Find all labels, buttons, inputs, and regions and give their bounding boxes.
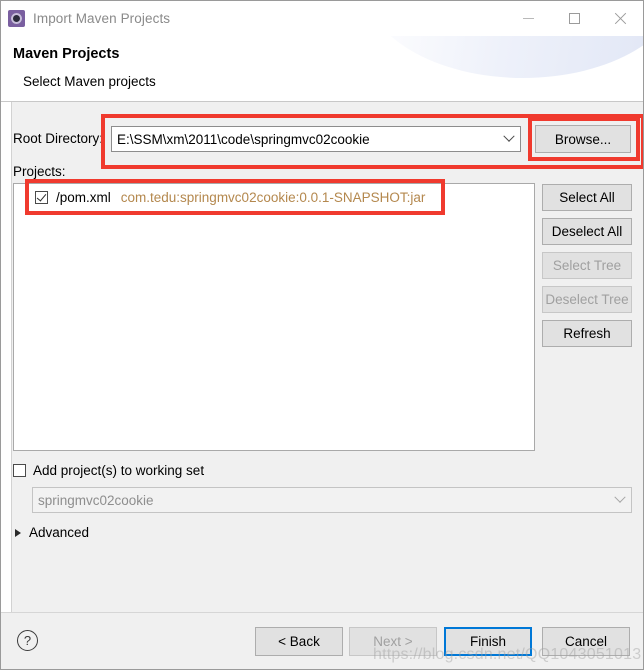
dialog-footer: ? < Back Next > Finish Cancel bbox=[1, 612, 643, 669]
browse-button[interactable]: Browse... bbox=[535, 125, 631, 153]
chevron-down-icon bbox=[609, 488, 631, 512]
chevron-right-icon bbox=[15, 528, 21, 537]
close-icon bbox=[614, 13, 626, 25]
page-subtitle: Select Maven projects bbox=[23, 74, 156, 89]
minimize-button[interactable] bbox=[505, 1, 551, 36]
root-directory-combo[interactable]: E:\SSM\xm\2011\code\springmvc02cookie bbox=[111, 126, 521, 152]
deselect-all-button[interactable]: Deselect All bbox=[542, 218, 632, 245]
advanced-expander[interactable]: Advanced bbox=[15, 525, 89, 540]
maximize-icon bbox=[568, 13, 580, 24]
advanced-label: Advanced bbox=[29, 525, 90, 540]
project-pom-path: /pom.xml bbox=[56, 189, 111, 205]
projects-list[interactable]: /pom.xml com.tedu:springmvc02cookie:0.0.… bbox=[13, 183, 535, 451]
help-icon[interactable]: ? bbox=[17, 630, 38, 651]
header-decoration bbox=[363, 36, 643, 78]
dialog-header: Maven Projects Select Maven projects bbox=[1, 36, 643, 102]
maximize-button[interactable] bbox=[551, 1, 597, 36]
import-maven-projects-dialog: Import Maven Projects Maven Projects Sel… bbox=[0, 0, 644, 670]
refresh-button[interactable]: Refresh bbox=[542, 320, 632, 347]
deselect-tree-button: Deselect Tree bbox=[542, 286, 632, 313]
left-rail bbox=[1, 102, 12, 612]
working-set-checkbox[interactable] bbox=[13, 464, 26, 477]
close-button[interactable] bbox=[597, 1, 643, 36]
working-set-combo-value: springmvc02cookie bbox=[38, 492, 154, 508]
minimize-icon bbox=[522, 18, 534, 19]
window-controls bbox=[505, 1, 643, 36]
working-set-combo: springmvc02cookie bbox=[32, 487, 632, 513]
project-coordinates: com.tedu:springmvc02cookie:0.0.1-SNAPSHO… bbox=[120, 189, 426, 205]
root-directory-label: Root Directory: bbox=[13, 131, 104, 146]
cancel-button[interactable]: Cancel bbox=[542, 627, 630, 656]
project-checkbox[interactable] bbox=[35, 190, 48, 204]
finish-button[interactable]: Finish bbox=[444, 627, 532, 656]
maven-gear-icon bbox=[8, 10, 25, 27]
projects-label: Projects: bbox=[13, 164, 66, 179]
root-directory-input[interactable]: E:\SSM\xm\2011\code\springmvc02cookie bbox=[112, 132, 498, 147]
list-item[interactable]: /pom.xml com.tedu:springmvc02cookie:0.0.… bbox=[15, 185, 425, 209]
select-all-button[interactable]: Select All bbox=[542, 184, 632, 211]
working-set-label: Add project(s) to working set bbox=[33, 463, 205, 478]
select-tree-button: Select Tree bbox=[542, 252, 632, 279]
back-button[interactable]: < Back bbox=[255, 627, 343, 656]
next-button: Next > bbox=[349, 627, 437, 656]
working-set-checkbox-row[interactable]: Add project(s) to working set bbox=[13, 463, 204, 478]
page-title: Maven Projects bbox=[13, 46, 120, 62]
window-title: Import Maven Projects bbox=[33, 11, 171, 26]
chevron-down-icon[interactable] bbox=[498, 127, 520, 151]
title-bar: Import Maven Projects bbox=[1, 1, 643, 36]
